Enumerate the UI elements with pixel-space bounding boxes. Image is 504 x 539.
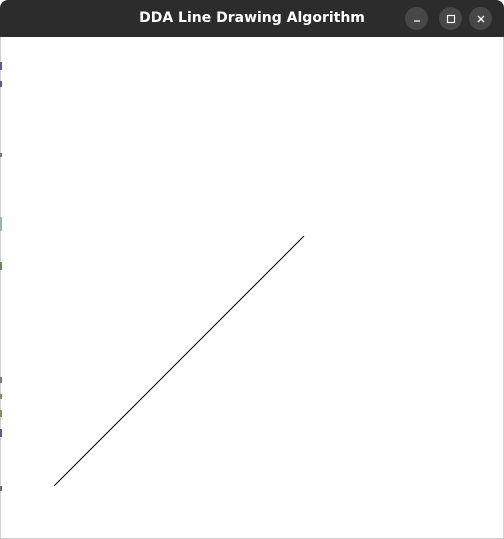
edge-artifacts [0, 62, 2, 491]
dda-line [53, 235, 305, 487]
drawing-canvas[interactable] [0, 37, 504, 539]
canvas-svg [53, 235, 305, 487]
close-icon [476, 14, 486, 24]
minimize-icon [412, 14, 422, 24]
maximize-button[interactable] [439, 7, 462, 30]
minimize-button[interactable] [405, 7, 428, 30]
maximize-icon [446, 14, 456, 24]
window-title: DDA Line Drawing Algorithm [139, 10, 365, 26]
title-bar[interactable]: DDA Line Drawing Algorithm [0, 0, 504, 37]
app-window: DDA Line Drawing Algorithm [0, 0, 504, 539]
close-button[interactable] [469, 7, 492, 30]
